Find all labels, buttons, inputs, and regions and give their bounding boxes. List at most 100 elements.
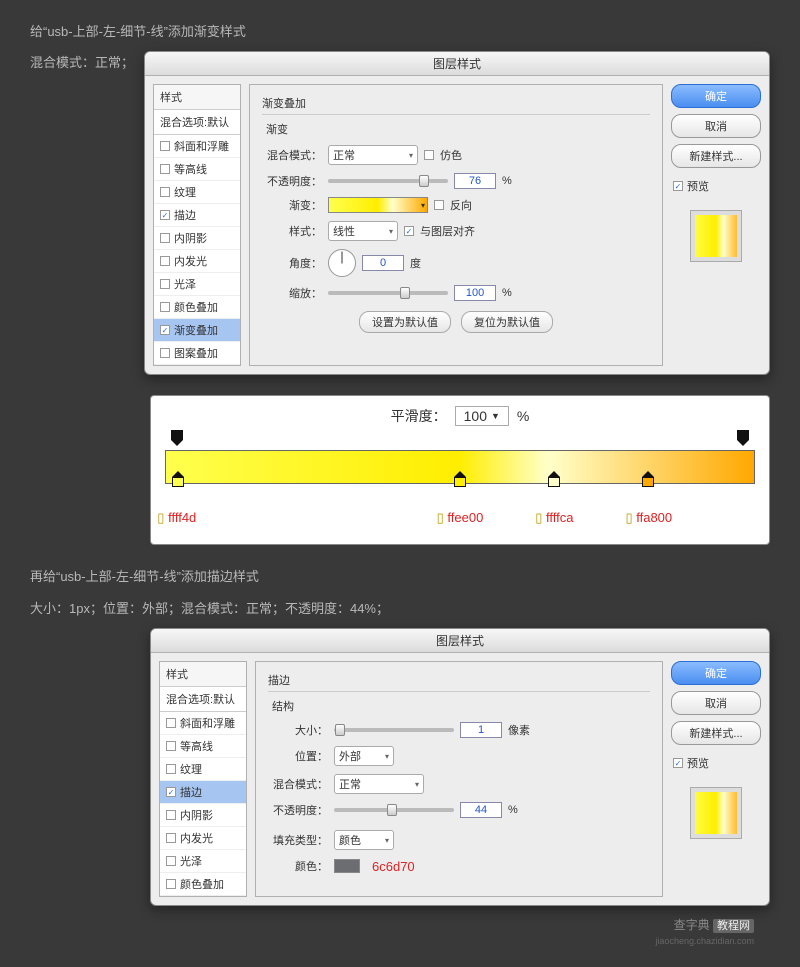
dither-checkbox[interactable] (424, 150, 434, 160)
style-checkbox[interactable] (160, 348, 170, 358)
align-label: 与图层对齐 (420, 223, 475, 239)
style-item[interactable]: ✓ 渐变叠加 (154, 319, 240, 342)
cancel-button[interactable]: 取消 (671, 691, 761, 715)
angle-input[interactable]: 0 (362, 255, 404, 271)
opacity-stop-left[interactable] (171, 430, 183, 444)
watermark: 查字典 教程网 jiaocheng.chazidian.com (30, 916, 770, 947)
style-checkbox[interactable] (160, 279, 170, 289)
new-style-button[interactable]: 新建样式... (671, 144, 761, 168)
style-item[interactable]: ✓描边 (154, 204, 240, 227)
preview-swatch (690, 210, 742, 262)
opacity-input[interactable]: 44 (460, 802, 502, 818)
style-label: 颜色叠加 (180, 876, 224, 892)
style-item[interactable]: 等高线 (154, 158, 240, 181)
layer-style-dialog-stroke: 图层样式 样式 混合选项:默认 斜面和浮雕等高线纹理✓描边内阴影内发光光泽颜色叠… (150, 628, 770, 906)
style-item[interactable]: 内阴影 (154, 227, 240, 250)
blend-mode-select[interactable]: 正常▾ (334, 774, 424, 794)
color-hex: 6c6d70 (372, 859, 415, 874)
styles-header[interactable]: 样式 (154, 85, 240, 110)
opacity-label: 不透明度： (268, 802, 328, 818)
preview-label: 预览 (687, 178, 709, 194)
panel-subtitle: 结构 (272, 698, 650, 714)
style-checkbox[interactable]: ✓ (160, 210, 170, 220)
style-checkbox[interactable] (160, 256, 170, 266)
align-checkbox[interactable]: ✓ (404, 226, 414, 236)
opacity-slider[interactable] (334, 808, 454, 812)
style-checkbox[interactable] (166, 833, 176, 843)
size-input[interactable]: 1 (460, 722, 502, 738)
style-checkbox[interactable] (166, 764, 176, 774)
color-stop-label: ▯ ffa800 (625, 510, 672, 526)
style-item[interactable]: 内发光 (154, 250, 240, 273)
style-item[interactable]: 斜面和浮雕 (160, 712, 246, 735)
color-stop[interactable] (548, 471, 560, 485)
ok-button[interactable]: 确定 (671, 661, 761, 685)
color-stop[interactable] (172, 471, 184, 485)
preview-checkbox[interactable]: ✓ (673, 181, 683, 191)
blend-mode-select[interactable]: 正常▾ (328, 145, 418, 165)
color-stop-label: ▯ ffee00 (437, 510, 484, 526)
style-item[interactable]: 内发光 (160, 827, 246, 850)
style-item[interactable]: 图案叠加 (154, 342, 240, 365)
style-item[interactable]: 颜色叠加 (154, 296, 240, 319)
fill-type-select[interactable]: 颜色▾ (334, 830, 394, 850)
opacity-stop-right[interactable] (737, 430, 749, 444)
style-label: 渐变叠加 (174, 322, 218, 338)
color-swatch[interactable] (334, 859, 360, 873)
panel-title: 渐变叠加 (262, 95, 650, 115)
style-item[interactable]: 纹理 (160, 758, 246, 781)
style-checkbox[interactable] (160, 164, 170, 174)
style-label: 内阴影 (180, 807, 213, 823)
style-checkbox[interactable]: ✓ (160, 325, 170, 335)
smoothness-input[interactable]: 100▼ (455, 406, 509, 426)
style-checkbox[interactable] (166, 856, 176, 866)
style-checkbox[interactable] (160, 302, 170, 312)
style-item[interactable]: 斜面和浮雕 (154, 135, 240, 158)
style-item[interactable]: ✓描边 (160, 781, 246, 804)
caption2-line-1: 再给“usb-上部-左-细节-线”添加描边样式 (30, 565, 770, 588)
ok-button[interactable]: 确定 (671, 84, 761, 108)
style-checkbox[interactable] (166, 718, 176, 728)
scale-slider[interactable] (328, 291, 448, 295)
style-checkbox[interactable] (160, 233, 170, 243)
style-item[interactable]: 光泽 (154, 273, 240, 296)
style-item[interactable]: 等高线 (160, 735, 246, 758)
style-select[interactable]: 线性▾ (328, 221, 398, 241)
style-item[interactable]: 光泽 (160, 850, 246, 873)
angle-label: 角度： (262, 255, 322, 271)
angle-dial[interactable] (328, 249, 356, 277)
style-item[interactable]: 内阴影 (160, 804, 246, 827)
position-select[interactable]: 外部▾ (334, 746, 394, 766)
preview-checkbox[interactable]: ✓ (673, 758, 683, 768)
style-label: 等高线 (174, 161, 207, 177)
style-checkbox[interactable] (166, 741, 176, 751)
color-stop-label: ▯ ffffca (535, 510, 573, 526)
smoothness-label: 平滑度： (391, 406, 447, 426)
set-default-button[interactable]: 设置为默认值 (359, 311, 451, 333)
blend-options-item[interactable]: 混合选项:默认 (160, 687, 246, 712)
opacity-slider[interactable] (328, 179, 448, 183)
size-slider[interactable] (334, 728, 454, 732)
color-stop[interactable] (642, 471, 654, 485)
color-stop[interactable] (454, 471, 466, 485)
reset-default-button[interactable]: 复位为默认值 (461, 311, 553, 333)
style-checkbox[interactable]: ✓ (166, 787, 176, 797)
style-label: 光泽 (180, 853, 202, 869)
new-style-button[interactable]: 新建样式... (671, 721, 761, 745)
cancel-button[interactable]: 取消 (671, 114, 761, 138)
gradient-bar[interactable] (165, 450, 755, 484)
style-checkbox[interactable] (160, 187, 170, 197)
blend-options-item[interactable]: 混合选项:默认 (154, 110, 240, 135)
style-checkbox[interactable] (160, 141, 170, 151)
reverse-checkbox[interactable] (434, 200, 444, 210)
scale-input[interactable]: 100 (454, 285, 496, 301)
style-item[interactable]: 颜色叠加 (160, 873, 246, 896)
style-label: 内发光 (174, 253, 207, 269)
opacity-input[interactable]: 76 (454, 173, 496, 189)
style-item[interactable]: 纹理 (154, 181, 240, 204)
gradient-picker[interactable]: ▾ (328, 197, 428, 213)
style-checkbox[interactable] (166, 879, 176, 889)
preview-label: 预览 (687, 755, 709, 771)
style-checkbox[interactable] (166, 810, 176, 820)
styles-header[interactable]: 样式 (160, 662, 246, 687)
